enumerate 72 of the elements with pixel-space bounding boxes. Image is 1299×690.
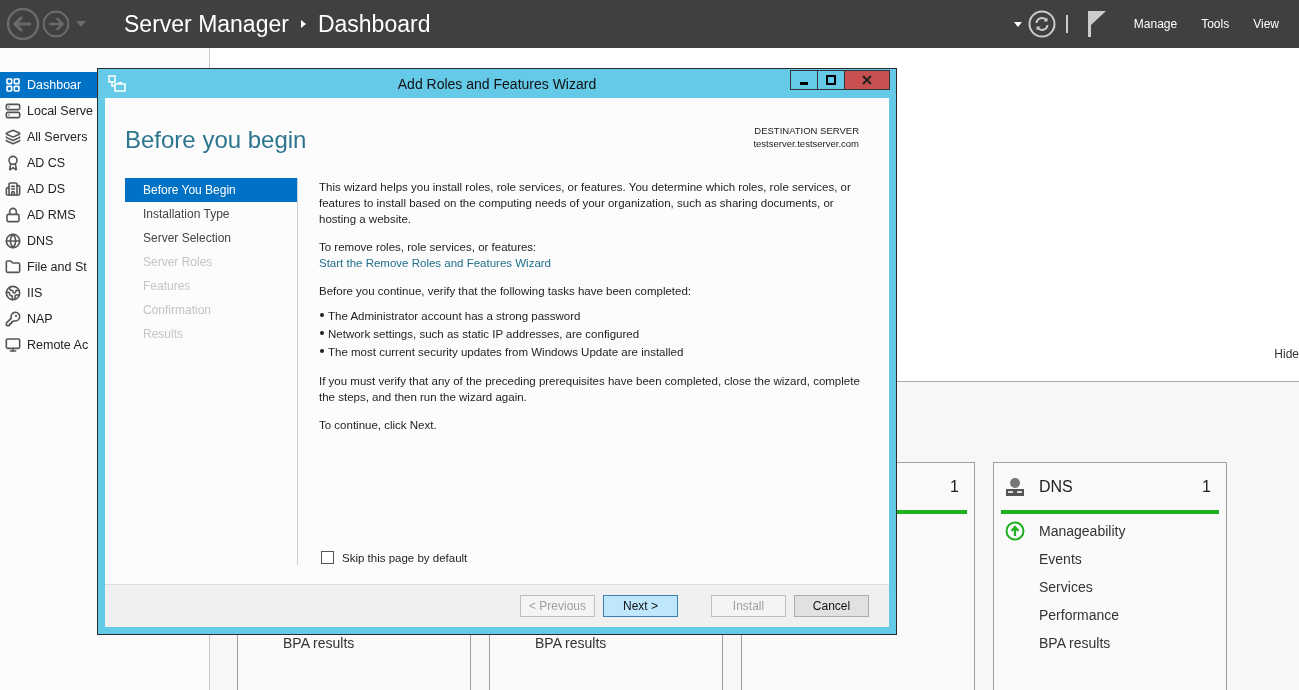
menu-item[interactable]: View (1253, 17, 1279, 31)
sidebar-icon (5, 233, 21, 249)
bullet-text: Network settings, such as static IP addresses, are configured (328, 327, 640, 342)
hide-link[interactable]: Hide (1274, 347, 1299, 361)
sidebar-icon (5, 285, 21, 301)
breadcrumb: Dashboard (317, 10, 431, 38)
wizard-step[interactable]: Installation Type (125, 202, 297, 226)
minimize-icon (800, 81, 808, 85)
wizard-button[interactable]: Next > (603, 595, 678, 617)
tile-link[interactable]: BPA results (1039, 635, 1111, 651)
tile-link[interactable]: BPA results (283, 635, 355, 651)
minimize-button[interactable] (790, 70, 818, 90)
paragraph: Before you continue, verify that the following tasks have been completed: (319, 284, 692, 299)
sidebar-item[interactable]: AD RMS (0, 202, 97, 228)
destination-server: testserver.testserver.com (753, 138, 859, 149)
sidebar-icon (5, 337, 21, 353)
bullet-text: The most current security updates from Windows Update are installed (328, 345, 684, 360)
checkbox-label: Skip this page by default (342, 551, 468, 564)
sidebar-item[interactable]: DNS (0, 228, 97, 254)
wizard-step[interactable]: Server Selection (125, 226, 297, 250)
flag-icon[interactable] (1087, 11, 1106, 37)
tile-link[interactable]: Manageability (1039, 523, 1126, 539)
maximize-icon (826, 75, 836, 85)
breadcrumb: Server Manager (124, 10, 289, 38)
dropdown-caret-icon[interactable] (1013, 21, 1022, 27)
sidebar-icon (5, 155, 21, 171)
window-title: Add Roles and Features Wizard (397, 75, 597, 92)
tile-link[interactable]: Performance (1039, 607, 1120, 623)
bullet-text: The Administrator account has a strong password (328, 309, 581, 324)
sidebar-item[interactable]: Dashboar (0, 72, 97, 98)
wizard-step[interactable]: Before You Begin (125, 178, 297, 202)
sidebar-item[interactable]: NAP (0, 306, 97, 332)
close-icon (862, 75, 872, 85)
bullet-icon (320, 313, 324, 317)
tile-count: 1 (1202, 477, 1211, 496)
sidebar-item[interactable]: AD CS (0, 150, 97, 176)
paragraph: To continue, click Next. (319, 418, 437, 433)
wizard-button[interactable]: Cancel (794, 595, 869, 617)
sidebar-icon (5, 129, 21, 145)
sidebar-icon (5, 259, 21, 275)
skip-checkbox[interactable] (321, 551, 334, 564)
sidebar-icon (5, 207, 21, 223)
maximize-button[interactable] (818, 70, 845, 90)
destination-label: DESTINATION SERVER (754, 125, 859, 136)
sidebar-icon (5, 181, 21, 197)
dns-server-icon (1005, 476, 1025, 497)
tile-link[interactable]: Services (1039, 579, 1093, 595)
tile-title: DNS (1039, 477, 1074, 496)
sidebar-item[interactable]: Local Serve (0, 98, 97, 124)
wizard-icon (108, 74, 126, 93)
sidebar-item[interactable]: AD DS (0, 176, 97, 202)
sidebar-icon (5, 103, 21, 119)
bullet-icon (320, 349, 324, 353)
paragraph: This wizard helps you install roles, role services, or features. You determine which roles, role services, or features to install based on the computing needs of your organization, such as sharing documents, or hosting a website. (319, 180, 852, 227)
refresh-icon[interactable] (1027, 10, 1056, 38)
page-heading: Before you begin (125, 126, 307, 154)
tile-link[interactable]: BPA results (535, 635, 607, 651)
paragraph: To remove roles, role services, or features: (319, 240, 537, 255)
sidebar-item[interactable]: All Servers (0, 124, 97, 150)
tile-link[interactable]: Events (1039, 551, 1082, 567)
menu-item[interactable]: Manage (1133, 17, 1178, 31)
sidebar-icon (5, 77, 21, 93)
sidebar-item[interactable]: IIS (0, 280, 97, 306)
paragraph: If you must verify that any of the preceding prerequisites have been completed, close the wizard, complete the steps, and then run the wizard again. (319, 374, 861, 405)
sidebar-item[interactable]: File and St (0, 254, 97, 280)
breadcrumb-arrow-icon (300, 20, 306, 28)
menu-item[interactable]: Tools (1201, 17, 1230, 31)
bullet-icon (320, 331, 324, 335)
remove-wizard-link[interactable]: Start the Remove Roles and Features Wizard (319, 255, 552, 271)
tile-count: 1 (950, 477, 959, 496)
sidebar-icon (5, 311, 21, 327)
sidebar-item[interactable]: Remote Ac (0, 332, 97, 358)
